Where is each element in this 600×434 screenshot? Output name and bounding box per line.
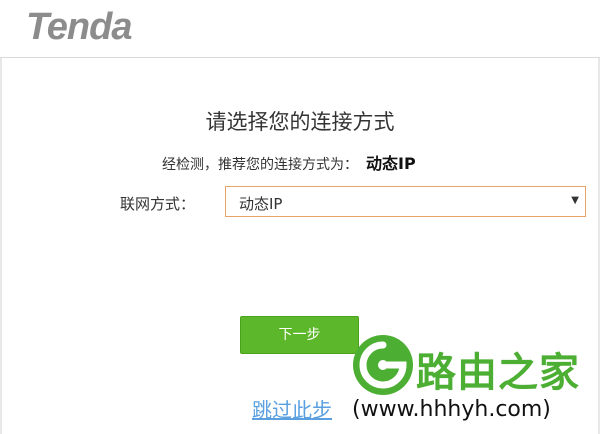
page-title: 请选择您的连接方式 (205, 110, 395, 134)
detection-result: 动态IP (366, 154, 416, 173)
detection-message: 经检测，推荐您的连接方式为： 动态IP (162, 150, 416, 174)
skip-step-link[interactable]: 跳过此步 (252, 394, 332, 423)
connection-type-select[interactable]: 动态IP ▼ (225, 186, 586, 217)
watermark-url: (www.hhhyh.com) (352, 397, 551, 422)
connection-type-value: 动态IP (239, 195, 283, 213)
detection-prefix: 经检测，推荐您的连接方式为： (162, 157, 358, 173)
connection-type-label: 联网方式： (120, 195, 196, 213)
watermark-brand: 路由之家 (416, 350, 580, 396)
next-step-button[interactable]: 下一步 (240, 316, 359, 354)
top-header: Tenda (0, 0, 600, 58)
router-home-logo-icon (353, 335, 413, 395)
chevron-down-icon: ▼ (571, 195, 579, 206)
tenda-logo: Tenda (26, 6, 132, 48)
